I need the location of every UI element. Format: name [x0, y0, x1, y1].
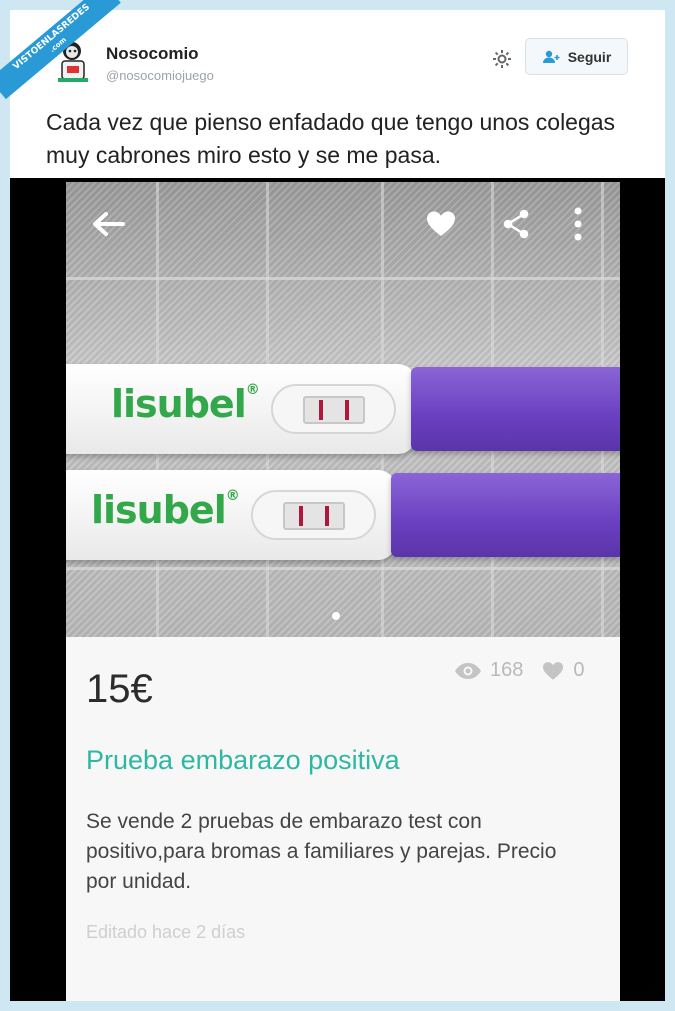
app-screenshot: lisubel® lisubel® 15€ 168 0 Prueba embar…	[66, 182, 620, 1001]
listing-stats: 168 0	[454, 659, 585, 682]
tweet-text: Cada vez que pienso enfadado que tengo u…	[46, 109, 616, 168]
tile-grout	[66, 277, 620, 280]
listing-description: Se vende 2 pruebas de embarazo test con …	[86, 810, 557, 893]
tile-grout	[66, 567, 620, 570]
result-line	[299, 506, 303, 526]
brand-name: lisubel	[111, 382, 247, 426]
listing-info: 15€ 168 0 Prueba embarazo positiva Se ve…	[66, 637, 620, 1001]
heart-icon[interactable]	[421, 204, 461, 244]
brand-registered-mark: ®	[245, 382, 260, 398]
eye-icon	[455, 662, 481, 679]
follow-label: Seguir	[567, 48, 612, 65]
add-user-icon	[542, 50, 560, 63]
user-name[interactable]: Nosocomio	[106, 44, 199, 64]
heart-icon	[543, 661, 564, 680]
product-photo: lisubel® lisubel®	[66, 182, 620, 637]
result-window	[271, 384, 396, 434]
user-handle[interactable]: @nosocomiojuego	[106, 68, 214, 83]
follow-button[interactable]: Seguir	[525, 38, 628, 75]
brand-registered-mark: ®	[225, 488, 240, 504]
price: 15€	[86, 667, 153, 711]
listing-title: Prueba embarazo positiva	[86, 745, 400, 775]
pregnancy-test: lisubel®	[66, 364, 620, 454]
carousel-dot[interactable]	[332, 612, 340, 620]
more-vertical-icon[interactable]	[558, 204, 598, 244]
result-slot	[303, 396, 365, 424]
result-slot	[283, 502, 345, 530]
share-icon[interactable]	[496, 204, 536, 244]
like-count: 0	[573, 659, 585, 681]
brand-name: lisubel	[91, 488, 227, 532]
view-count: 168	[490, 659, 524, 681]
gear-icon[interactable]	[490, 47, 514, 71]
brand-logo: lisubel®	[111, 382, 260, 426]
test-cap	[411, 367, 620, 451]
test-cap	[391, 473, 620, 557]
edited-timestamp: Editado hace 2 días	[86, 922, 246, 942]
tweet-card: VISTOENLASREDES .com Nosocomio @nosocomi…	[0, 0, 665, 1001]
result-line	[345, 400, 349, 420]
tweet-header: Nosocomio @nosocomiojuego Seguir Cada ve…	[10, 10, 665, 168]
tweet-media[interactable]: lisubel® lisubel® 15€ 168 0 Prueba embar…	[10, 178, 665, 1001]
result-window	[251, 490, 376, 540]
brand-logo: lisubel®	[91, 488, 240, 532]
result-line	[319, 400, 323, 420]
back-arrow-icon[interactable]	[88, 204, 128, 244]
result-line	[325, 506, 329, 526]
pregnancy-test: lisubel®	[66, 470, 620, 560]
